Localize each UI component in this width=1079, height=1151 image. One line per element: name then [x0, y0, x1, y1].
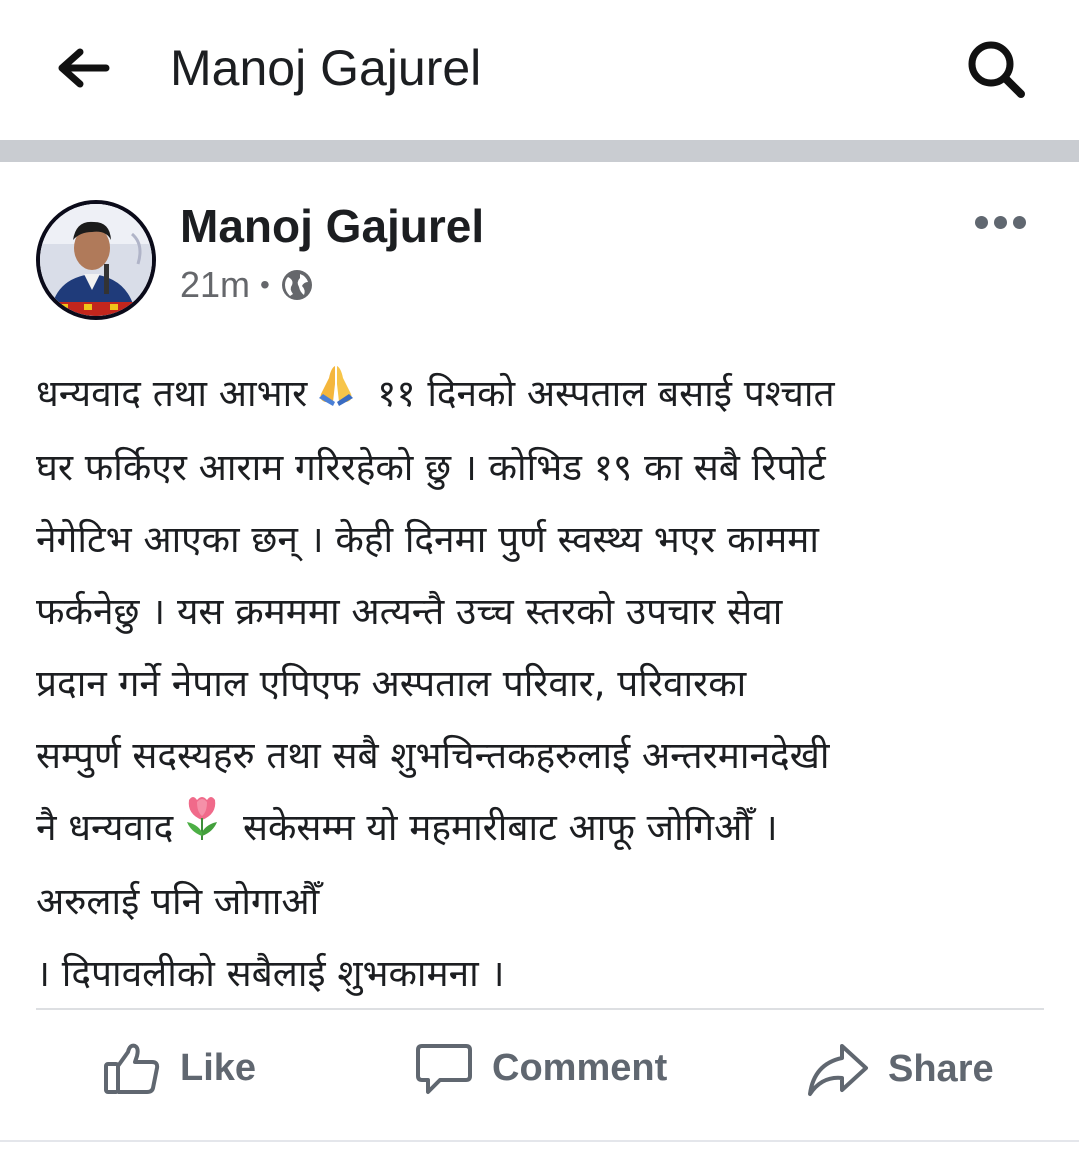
post-body: धन्यवाद तथा आभार ११ दिनको अस्पताल बसाई प…: [36, 358, 1046, 1010]
post-text-line: धन्यवाद तथा आभार ११ दिनको अस्पताल बसाई प…: [36, 358, 1046, 432]
more-horizontal-icon: [974, 215, 988, 229]
post-card: Manoj Gajurel 21m • धन्यवाद तथा आभार ११ …: [0, 162, 1079, 1151]
post-text-line: नेगेटिभ आएका छन् । केही दिनमा पुर्ण स्वस…: [36, 517, 819, 561]
post-text-line: । दिपावलीको सबैलाई शुभकामना ।: [36, 952, 505, 995]
back-button[interactable]: [52, 40, 116, 96]
post-text-line: सम्पुर्ण सदस्यहरु तथा सबै शुभचिन्तकहरुला…: [36, 733, 830, 777]
post-text-line: घर फर्किएर आराम गरिरहेको छु । कोभिड १९ क…: [36, 445, 826, 489]
like-button[interactable]: Like: [102, 1040, 256, 1096]
share-button[interactable]: Share: [806, 1040, 994, 1098]
page-title: Manoj Gajurel: [170, 40, 482, 96]
top-bar: Manoj Gajurel: [0, 0, 1079, 140]
comment-button[interactable]: Comment: [414, 1040, 667, 1096]
search-icon: [968, 41, 1025, 98]
post-meta: 21m •: [180, 264, 314, 306]
more-options-button[interactable]: [968, 202, 1032, 242]
folded-hands-emoji: [313, 360, 359, 432]
post-actions: Like Comment Share: [0, 1010, 1079, 1140]
post-text-line: नै धन्यवाद सकेसम्म यो महमारीबाट आफू जोगि…: [36, 792, 1046, 867]
tulip-emoji: [179, 792, 225, 866]
comment-label: Comment: [492, 1046, 668, 1089]
thumbs-up-icon: [104, 1043, 160, 1094]
post-text-line: प्रदान गर्ने नेपाल एपिएफ अस्पताल परिवार,…: [36, 661, 747, 705]
avatar[interactable]: [36, 200, 156, 320]
bottom-divider: [0, 1140, 1079, 1142]
post-text-line: अरुलाई पनि जोगाऔँ: [36, 880, 320, 923]
like-label: Like: [180, 1046, 257, 1089]
globe-icon: [281, 270, 312, 300]
search-button[interactable]: [960, 36, 1032, 102]
arrow-left-icon: [58, 48, 110, 88]
share-arrow-icon: [808, 1044, 868, 1096]
comment-bubble-icon: [416, 1044, 472, 1094]
post-time[interactable]: 21m: [180, 264, 250, 306]
share-label: Share: [888, 1047, 994, 1090]
section-divider: [0, 140, 1079, 162]
meta-separator: •: [260, 269, 270, 300]
author-name[interactable]: Manoj Gajurel: [180, 198, 484, 254]
post-text-line: फर्कनेछु । यस क्रमममा अत्यन्तै उच्च स्तर…: [36, 589, 783, 633]
avatar-photo: [40, 204, 152, 316]
